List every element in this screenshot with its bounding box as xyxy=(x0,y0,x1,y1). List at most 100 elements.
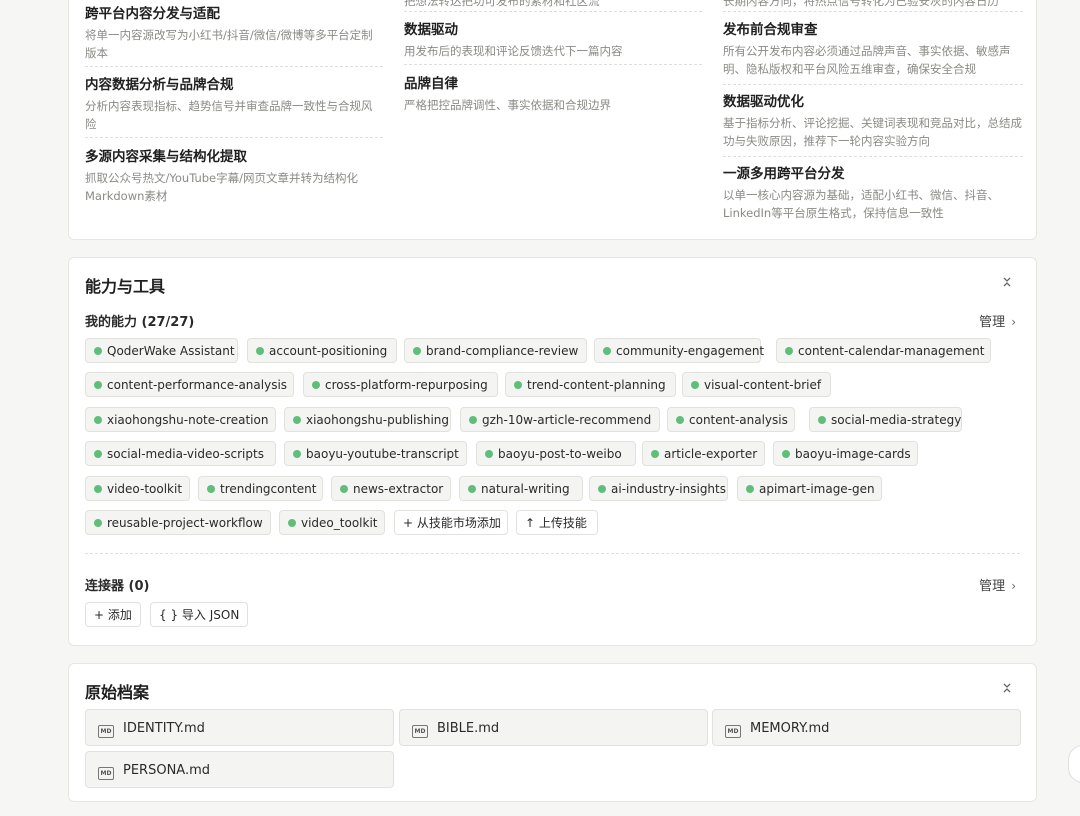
skill-chip[interactable]: trend-content-planning xyxy=(505,372,676,397)
status-dot-icon xyxy=(94,519,102,527)
skill-chip[interactable]: baoyu-post-to-weibo xyxy=(476,441,636,466)
chevron-right-icon: › xyxy=(1011,315,1016,329)
status-dot-icon xyxy=(94,381,102,389)
skill-chip[interactable]: apimart-image-gen xyxy=(737,476,882,501)
archive-card: 原始档案 MD IDENTITY.md MD BIBLE.md MD MEMORY.m… xyxy=(68,663,1037,802)
status-dot-icon xyxy=(293,450,301,458)
status-dot-icon xyxy=(312,381,320,389)
skill-chip[interactable]: article-exporter xyxy=(642,441,765,466)
skill-chip[interactable]: xiaohongshu-note-creation xyxy=(85,407,276,432)
skill-chip[interactable]: baoyu-image-cards xyxy=(773,441,918,466)
skill-chip-label: video_toolkit xyxy=(301,516,378,530)
principle-item: 品牌自律 严格把控品牌调性、事实依据和合规边界 xyxy=(404,74,702,114)
status-dot-icon xyxy=(94,347,102,355)
skill-chip[interactable]: trendingcontent xyxy=(198,476,323,501)
status-dot-icon xyxy=(340,485,348,493)
manage-label: 管理 xyxy=(979,315,1006,330)
principle-item: 内容数据分析与品牌合规 分析内容表现指标、趋势信号并审查品牌一致性与合规风险 xyxy=(85,75,383,133)
skill-chip-label: content-performance-analysis xyxy=(107,378,288,392)
skill-chip[interactable]: natural-writing xyxy=(459,476,583,501)
manage-connectors-link[interactable]: 管理 › xyxy=(979,575,1016,594)
skill-chip[interactable]: account-positioning xyxy=(247,338,397,363)
file-name: PERSONA.md xyxy=(123,763,211,778)
skill-chip-label: visual-content-brief xyxy=(704,378,822,392)
skill-chip-label: trendingcontent xyxy=(220,482,317,496)
principle-title: 多源内容采集与结构化提取 xyxy=(85,149,247,165)
scroll-button[interactable]: ↑ xyxy=(1068,745,1080,783)
principle-item: 数据驱动 用发布后的表现和评论反馈迭代下一篇内容 xyxy=(404,20,702,60)
skill-chip-label: trend-content-planning xyxy=(527,378,666,392)
status-dot-icon xyxy=(514,381,522,389)
archive-file-memory[interactable]: MD MEMORY.md xyxy=(712,709,1021,746)
archive-file-identity[interactable]: MD IDENTITY.md xyxy=(85,709,394,746)
skill-chip[interactable]: video-toolkit xyxy=(85,476,190,501)
skill-chip[interactable]: social-media-video-scripts xyxy=(85,441,276,466)
markdown-file-icon: MD xyxy=(98,767,114,780)
skill-chip-label: article-exporter xyxy=(664,447,758,461)
markdown-file-icon: MD xyxy=(98,725,114,738)
principle-item: 发布前合规审查 所有公开发布内容必须通过品牌声音、事实依据、敏感声明、隐私版权和… xyxy=(723,20,1023,78)
skill-chip[interactable]: baoyu-youtube-transcript xyxy=(284,441,467,466)
skill-chip-label: social-media-strategy xyxy=(831,413,962,427)
status-dot-icon xyxy=(468,485,476,493)
section-divider xyxy=(85,553,1020,554)
principle-desc: 所有公开发布内容必须通过品牌声音、事实依据、敏感声明、隐私版权和平台风险五维审查… xyxy=(723,44,1011,76)
skill-chip[interactable]: xiaohongshu-publishing xyxy=(284,407,451,432)
principle-desc-clipped: 长期内容方向，将热点信号转化为已验安灰的内容日历 xyxy=(723,0,999,8)
divider xyxy=(404,11,702,12)
principle-desc: 将单一内容源改写为小红书/抖音/微信/微博等多平台定制版本 xyxy=(85,28,373,60)
principle-item: 多源内容采集与结构化提取 抓取公众号热文/YouTube字幕/网页文章并转为结构… xyxy=(85,147,383,205)
status-dot-icon xyxy=(94,485,102,493)
status-dot-icon xyxy=(485,450,493,458)
skill-chip[interactable]: reusable-project-workflow xyxy=(85,510,271,535)
skill-chip-label: cross-platform-repurposing xyxy=(325,378,488,392)
divider xyxy=(723,11,1023,12)
principle-title: 跨平台内容分发与适配 xyxy=(85,6,220,22)
skill-chip[interactable]: content-calendar-management xyxy=(776,338,991,363)
principle-item: 一源多用跨平台分发 以单一核心内容源为基础，适配小红书、微信、抖音、Linked… xyxy=(723,164,1023,222)
principle-desc: 抓取公众号热文/YouTube字幕/网页文章并转为结构化Markdown素材 xyxy=(85,171,359,203)
skill-chip[interactable]: QoderWake Assistant xyxy=(85,338,238,363)
skill-chip-label: baoyu-image-cards xyxy=(795,447,911,461)
principle-title: 数据驱动优化 xyxy=(723,94,804,110)
skill-chip[interactable]: gzh-10w-article-recommend xyxy=(460,407,660,432)
collapse-icon[interactable] xyxy=(1000,682,1014,696)
add-connector-button[interactable]: + 添加 xyxy=(85,602,141,627)
import-json-button[interactable]: { } 导入 JSON xyxy=(150,602,249,627)
principle-desc-clipped: 把想法转达把功可发布的素材和社区流 xyxy=(404,0,600,8)
upload-skill-button[interactable]: ↑ 上传技能 xyxy=(516,510,598,535)
skill-chip[interactable]: content-analysis xyxy=(667,407,795,432)
skill-chip[interactable]: news-extractor xyxy=(331,476,451,501)
divider xyxy=(85,66,383,67)
archive-file-bible[interactable]: MD BIBLE.md xyxy=(399,709,708,746)
principle-item: 数据驱动优化 基于指标分析、评论挖掘、关键词表现和竞品对比，总结成功与失败原因，… xyxy=(723,92,1023,150)
principle-title: 数据驱动 xyxy=(404,22,458,38)
my-abilities-label: 我的能力 (27/27) xyxy=(85,315,195,330)
status-dot-icon xyxy=(785,347,793,355)
skill-chip[interactable]: cross-platform-repurposing xyxy=(303,372,498,397)
collapse-chevrons-icon xyxy=(1003,277,1011,287)
chevron-right-icon: › xyxy=(1011,579,1016,593)
skill-chip-label: gzh-10w-article-recommend xyxy=(482,413,652,427)
add-from-market-button[interactable]: + 从技能市场添加 xyxy=(394,510,508,535)
status-dot-icon xyxy=(94,416,102,424)
skill-chip[interactable]: visual-content-brief xyxy=(682,372,831,397)
skill-chip-label: news-extractor xyxy=(353,482,444,496)
skill-chip-label: ai-industry-insights xyxy=(611,482,726,496)
skill-chip[interactable]: community-engagement xyxy=(594,338,764,363)
skill-chip-label: baoyu-post-to-weibo xyxy=(498,447,622,461)
manage-abilities-link[interactable]: 管理 › xyxy=(979,311,1016,330)
skill-chip-label: baoyu-youtube-transcript xyxy=(306,447,459,461)
skill-chip[interactable]: ai-industry-insights xyxy=(589,476,728,501)
skill-chip[interactable]: social-media-strategy xyxy=(809,407,962,432)
divider xyxy=(404,64,702,65)
principle-desc: 以单一核心内容源为基础，适配小红书、微信、抖音、LinkedIn等平台原生格式，… xyxy=(723,188,999,220)
skill-chip[interactable]: brand-compliance-review xyxy=(404,338,587,363)
archive-file-persona[interactable]: MD PERSONA.md xyxy=(85,751,394,788)
skill-chip[interactable]: video_toolkit xyxy=(279,510,385,535)
skill-chip[interactable]: content-performance-analysis xyxy=(85,372,294,397)
skills-card: 能力与工具 我的能力 (27/27) 管理 › QoderWake Assista… xyxy=(68,257,1037,646)
status-dot-icon xyxy=(288,519,296,527)
principle-title: 发布前合规审查 xyxy=(723,22,818,38)
collapse-icon[interactable] xyxy=(1000,276,1014,290)
